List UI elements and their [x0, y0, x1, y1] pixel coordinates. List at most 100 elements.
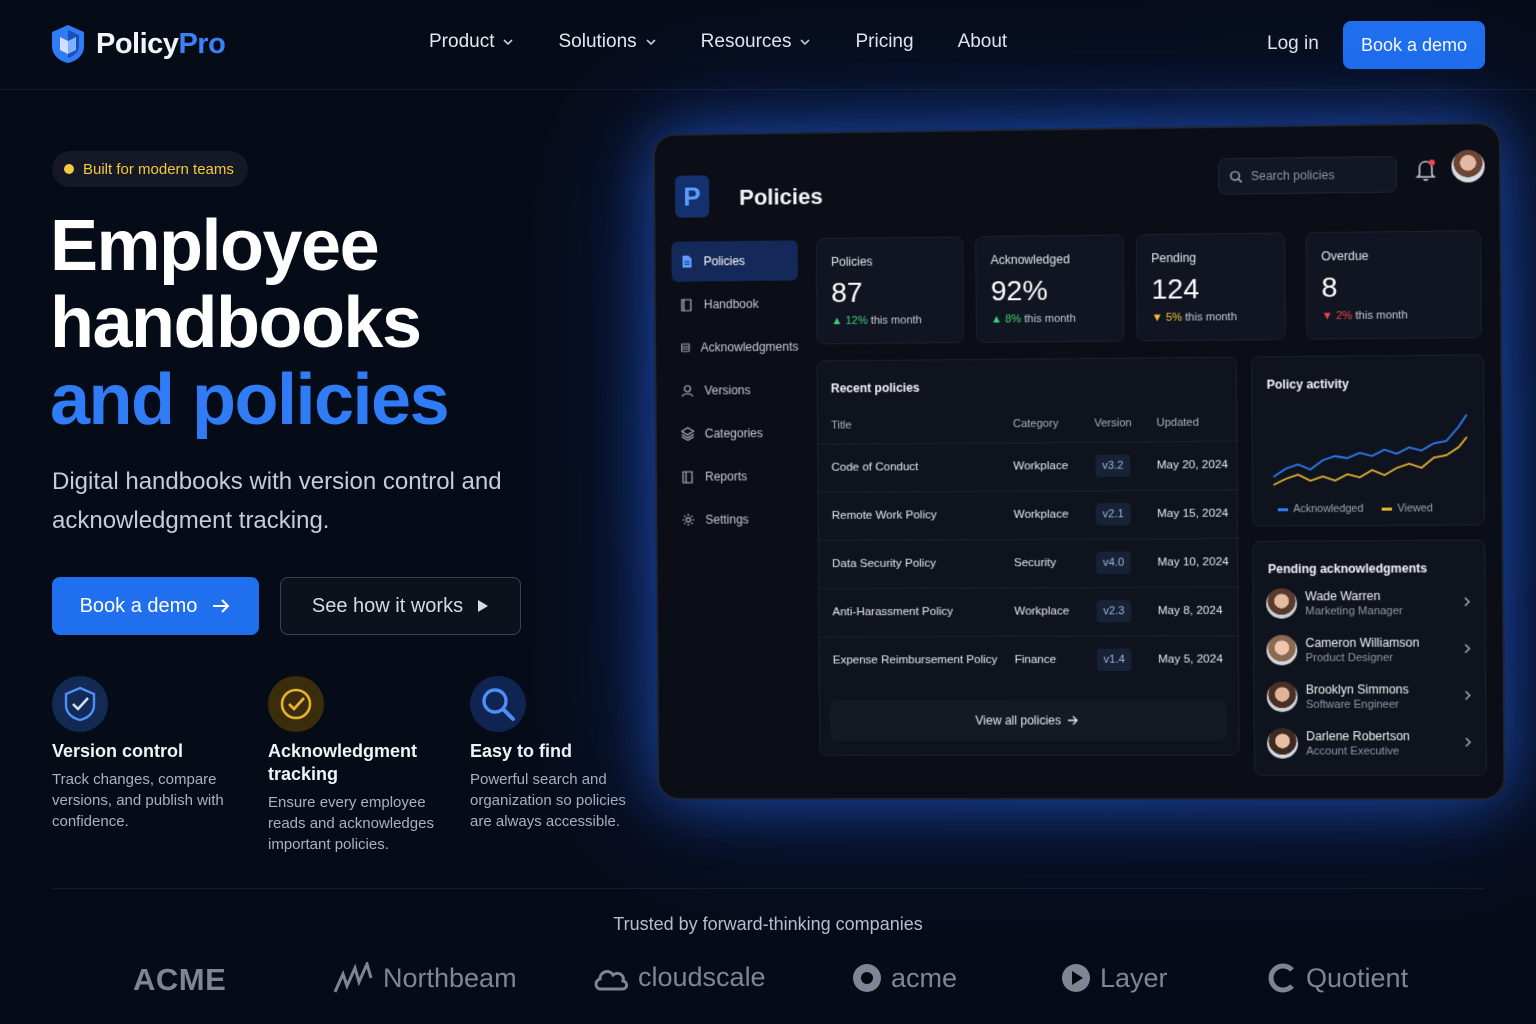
policy-updated: May 8, 2024 [1157, 604, 1223, 618]
version-badge: v2.3 [1096, 600, 1132, 623]
legend-swatch-icon [1381, 507, 1393, 511]
arrow-right-icon [213, 599, 230, 613]
dashboard-sidebar: Policies Handbook Acknowledgments Versio… [671, 240, 799, 543]
avatar [1266, 681, 1298, 713]
nav-solutions[interactable]: Solutions [558, 31, 656, 53]
user-avatar[interactable] [1451, 149, 1485, 183]
nav-resources[interactable]: Resources [701, 31, 812, 53]
chevron-right-icon [1462, 642, 1472, 654]
viewed-line [1273, 437, 1467, 485]
policy-category: Workplace [1013, 508, 1069, 521]
search-icon [1229, 170, 1242, 183]
see-how-it-works-button[interactable]: See how it works [280, 577, 521, 635]
sidebar-item-label: Reports [705, 469, 748, 484]
sidebar-item-versions[interactable]: Versions [672, 370, 799, 411]
sidebar-item-settings[interactable]: Settings [673, 499, 800, 540]
book-demo-hero-label: Book a demo [79, 594, 198, 617]
nav-solutions-label: Solutions [558, 31, 637, 52]
person-role: Marketing Manager [1305, 605, 1403, 618]
activity-legend: Acknowledged Viewed [1277, 502, 1433, 515]
stat-change-value: 5% [1165, 311, 1183, 324]
table-row[interactable]: Expense Reimbursement Policy Finance v1.… [819, 635, 1241, 685]
top-nav: PolicyPro Product Solutions Resources Pr… [0, 0, 1536, 90]
sidebar-item-label: Acknowledgments [700, 339, 799, 355]
policy-updated: May 15, 2024 [1157, 507, 1229, 521]
sidebar-item-policies[interactable]: Policies [671, 240, 798, 282]
book-demo-nav-button[interactable]: Book a demo [1343, 21, 1485, 69]
book-open-icon [682, 470, 693, 484]
feature-title: Version control [52, 741, 184, 761]
person-role: Account Executive [1306, 745, 1400, 758]
brand-logo[interactable]: PolicyPro [50, 24, 226, 64]
check-circle-icon [268, 676, 324, 732]
list-item[interactable]: Cameron Williamson Product Designer [1266, 630, 1476, 671]
dashboard-search[interactable] [1217, 155, 1397, 195]
nav-pricing[interactable]: Pricing [855, 31, 913, 53]
policy-title: Remote Work Policy [831, 509, 937, 522]
feature-title: Acknowledgment tracking [268, 741, 418, 784]
gear-icon [681, 513, 694, 526]
stat-change-suffix: this month [1185, 311, 1238, 324]
list-item[interactable]: Wade Warren Marketing Manager [1266, 583, 1476, 624]
logo-layer: Layer [1060, 962, 1168, 994]
sidebar-item-label: Handbook [703, 296, 759, 312]
table-row[interactable]: Remote Work Policy Workplace v2.1 May 15… [818, 489, 1240, 541]
nav-product[interactable]: Product [429, 31, 514, 53]
policy-shield-logo-icon [52, 25, 84, 63]
sidebar-item-handbook[interactable]: Handbook [672, 283, 799, 324]
sidebar-item-categories[interactable]: Categories [673, 413, 800, 454]
table-row[interactable]: Data Security Policy Security v4.0 May 1… [818, 537, 1240, 589]
list-item[interactable]: Darlene Robertson Account Executive [1267, 724, 1477, 765]
feature-desc: Track changes, compare versions, and pub… [52, 771, 224, 830]
policy-updated: May 5, 2024 [1158, 653, 1223, 666]
book-demo-hero-button[interactable]: Book a demo [52, 577, 259, 635]
feature-acknowledgment: Acknowledgment tracking Ensure every emp… [268, 676, 448, 855]
search-input[interactable] [1250, 167, 1385, 184]
legend-item-viewed: Viewed [1381, 502, 1433, 515]
cloud-icon [594, 969, 629, 990]
stat-label: Acknowledged [990, 252, 1070, 268]
nav-product-label: Product [429, 31, 495, 52]
policy-updated: May 10, 2024 [1157, 556, 1229, 569]
stat-label: Overdue [1321, 248, 1369, 264]
book-icon [680, 298, 691, 312]
stat-card-acknowledged: Acknowledged 92% ▲ 8% this month [975, 234, 1125, 343]
logo-cloudscale-text: cloudscale [638, 962, 766, 992]
table-row[interactable]: Code of Conduct Workplace v3.2 May 20, 2… [818, 440, 1239, 492]
person-name: Brooklyn Simmons [1305, 682, 1409, 697]
document-icon [682, 255, 692, 268]
sidebar-item-acknowledgments[interactable]: Acknowledgments [672, 327, 799, 368]
feature-desc: Ensure every employee reads and acknowle… [268, 794, 434, 853]
stat-change-value: 12% [845, 314, 868, 328]
stat-label: Policies [830, 254, 873, 270]
stat-value: 124 [1151, 272, 1200, 305]
badge-text: Built for modern teams [83, 160, 234, 178]
brand-name-part2: Pro [178, 27, 226, 60]
table-row[interactable]: Anti-Harassment Policy Workplace v2.3 Ma… [819, 586, 1240, 637]
see-how-label: See how it works [311, 594, 464, 617]
bell-icon[interactable] [1414, 157, 1437, 182]
stat-change-suffix: this month [1355, 309, 1408, 322]
stat-value: 92% [990, 274, 1048, 307]
feature-version-control: Version control Track changes, compare v… [52, 676, 242, 832]
policy-category: Security [1013, 557, 1057, 570]
sidebar-item-label: Versions [704, 383, 751, 398]
view-all-label: View all policies [975, 713, 1062, 728]
stat-value: 87 [831, 276, 863, 309]
login-link[interactable]: Log in [1267, 33, 1319, 55]
stat-change-suffix: this month [870, 314, 922, 327]
stat-change-suffix: this month [1024, 312, 1076, 326]
view-all-policies-button[interactable]: View all policies [830, 699, 1227, 741]
feature-title: Easy to find [470, 741, 573, 761]
avatar [1267, 728, 1299, 759]
hero-title: Employee handbooks and policies [50, 208, 450, 440]
nav-about[interactable]: About [958, 31, 1008, 53]
sidebar-item-reports[interactable]: Reports [673, 456, 800, 497]
hero-title-line3: and policies [50, 360, 450, 440]
policy-category: Workplace [1014, 605, 1070, 618]
version-badge: v4.0 [1096, 551, 1131, 574]
activity-sparkline [1263, 396, 1476, 499]
column-header-updated: Updated [1156, 416, 1199, 430]
list-item[interactable]: Brooklyn Simmons Software Engineer [1266, 677, 1477, 718]
legend-swatch-icon [1277, 507, 1289, 512]
